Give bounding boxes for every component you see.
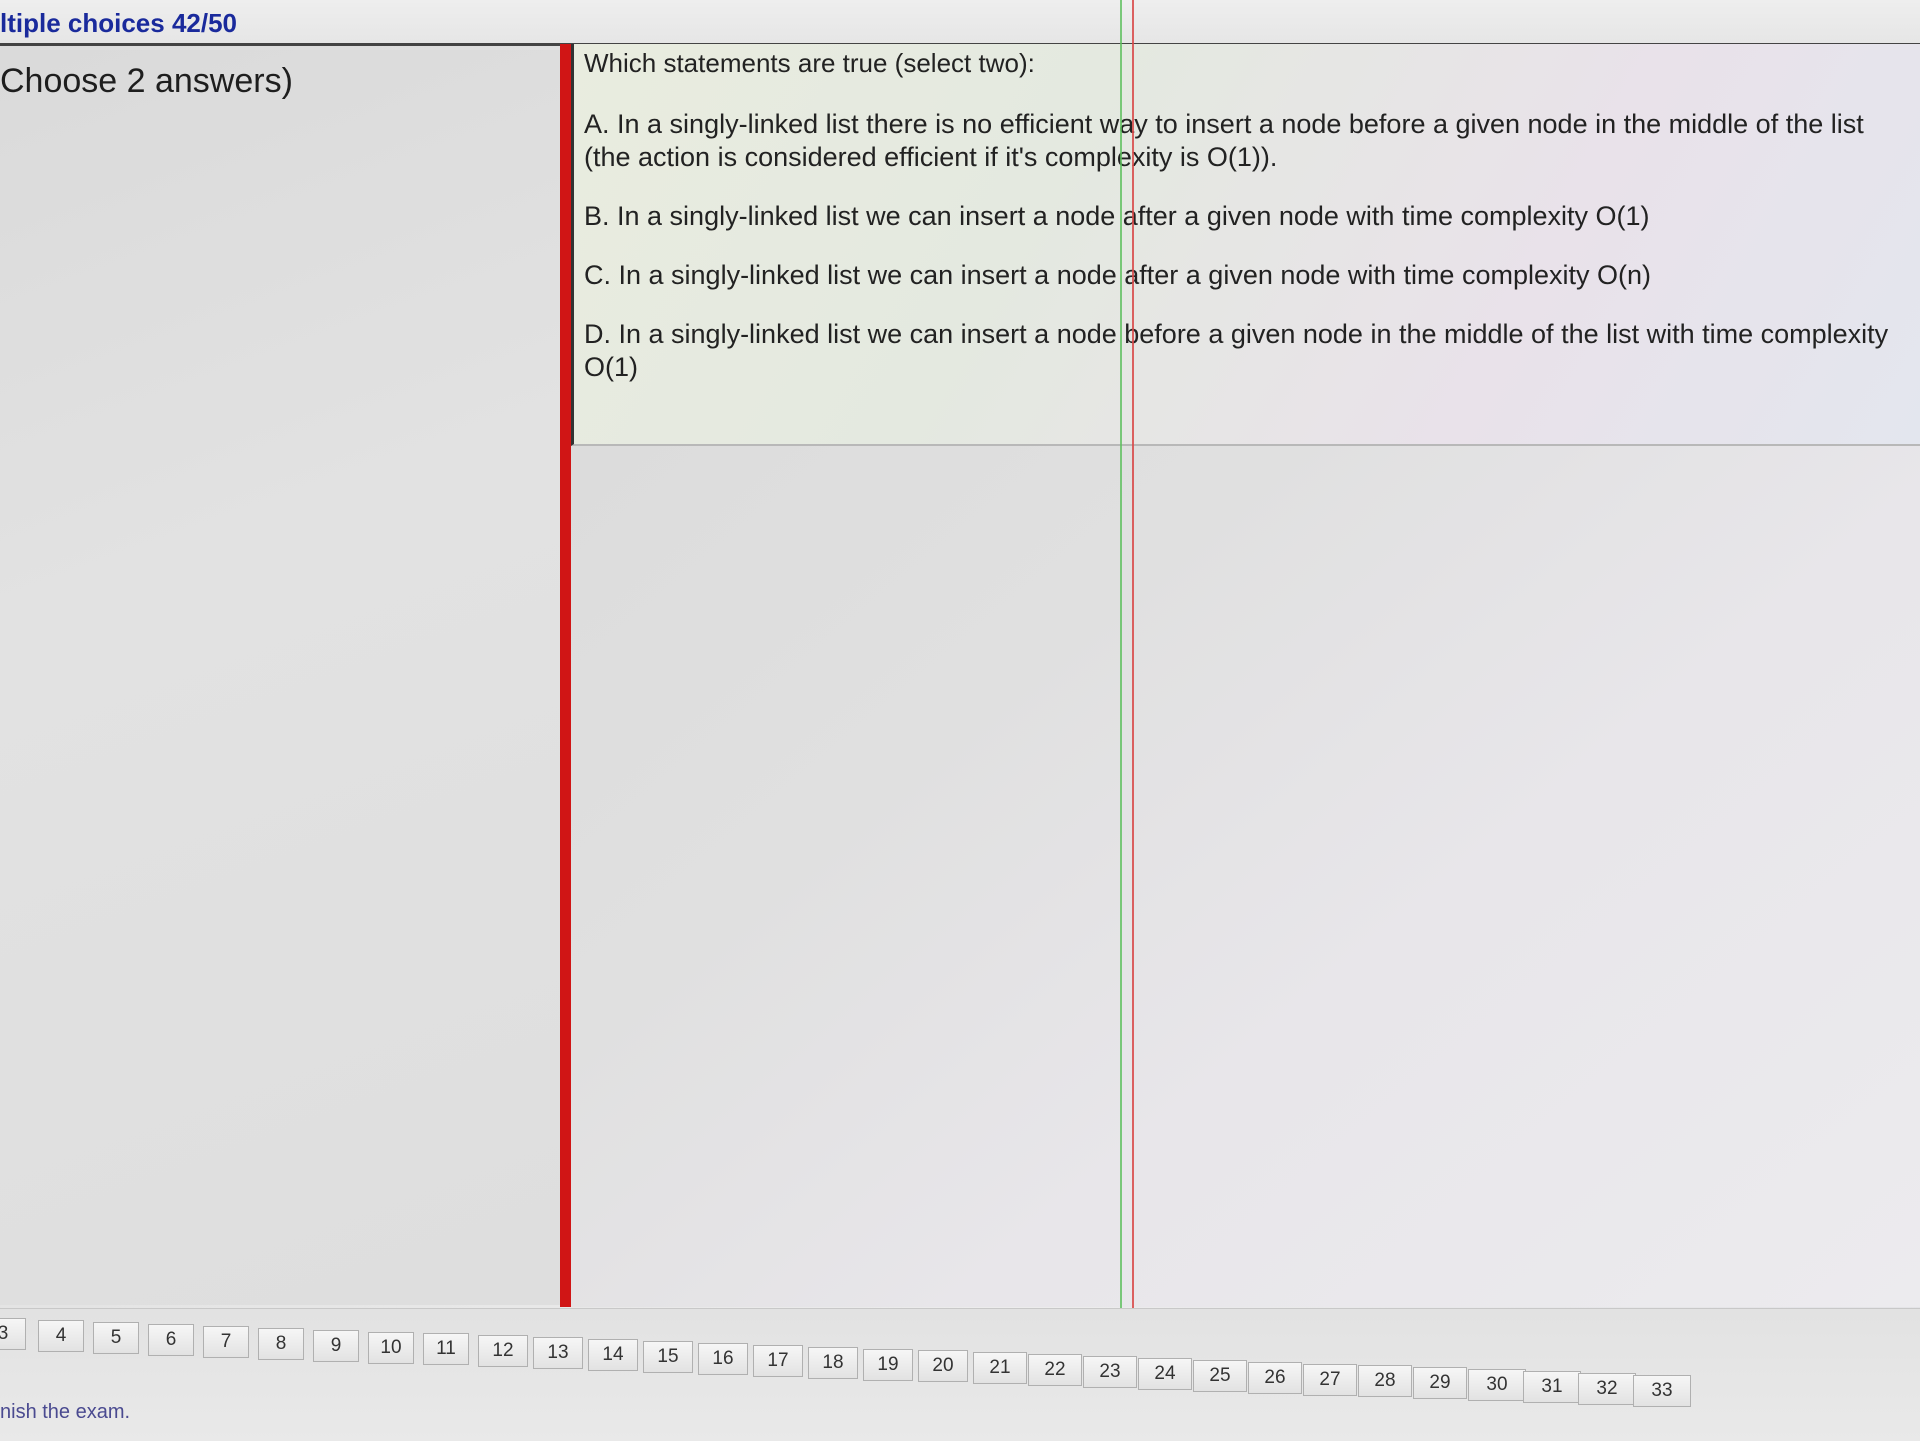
option-d-line2: O(1): [584, 352, 638, 382]
question-number-button[interactable]: 15: [643, 1341, 693, 1373]
answer-instruction: Choose 2 answers): [0, 62, 293, 100]
option-c-line1: C. In a singly-linked list we can insert…: [584, 260, 1651, 290]
question-text: Which statements are true (select two):: [584, 48, 1035, 78]
question-number-button[interactable]: 23: [1083, 1356, 1137, 1388]
question-number-button[interactable]: 7: [203, 1326, 249, 1358]
option-c[interactable]: C. In a singly-linked list we can insert…: [584, 259, 1914, 292]
question-number-button[interactable]: 33: [1633, 1375, 1691, 1407]
question-navigator: 3 4 5 6 7 8 9 10 11 12 13 14 15 16 17 18 19 20 21 22 23 24 25 2…: [0, 1308, 1920, 1441]
option-b[interactable]: B. In a singly-linked list we can insert…: [584, 200, 1914, 233]
question-number-button[interactable]: 19: [863, 1349, 913, 1381]
question-panel: Which statements are true (select two): …: [571, 44, 1920, 446]
exam-header: ltiple choices 42/50: [0, 0, 1920, 46]
question-number-button[interactable]: 12: [478, 1335, 528, 1367]
option-d-line1: D. In a singly-linked list we can insert…: [584, 319, 1889, 349]
question-number-button[interactable]: 28: [1358, 1365, 1412, 1397]
panel-divider: [560, 44, 571, 1307]
question-number-button[interactable]: 24: [1138, 1358, 1192, 1390]
answer-area: [571, 446, 1920, 1307]
question-number-button[interactable]: 11: [423, 1333, 469, 1365]
question-number-button[interactable]: 22: [1028, 1354, 1082, 1386]
question-number-button[interactable]: 21: [973, 1352, 1027, 1384]
answer-options: A. In a singly-linked list there is no e…: [584, 108, 1914, 410]
question-number-button[interactable]: 20: [918, 1350, 968, 1382]
option-d[interactable]: D. In a singly-linked list we can insert…: [584, 318, 1914, 384]
option-b-line1: B. In a singly-linked list we can insert…: [584, 201, 1650, 231]
cursor-guide-red: [1132, 0, 1134, 1440]
question-number-button[interactable]: 27: [1303, 1364, 1357, 1396]
question-number-button[interactable]: 31: [1523, 1371, 1581, 1403]
question-number-button[interactable]: 26: [1248, 1362, 1302, 1394]
question-number-button[interactable]: 10: [368, 1332, 414, 1364]
question-number-button[interactable]: 4: [38, 1320, 84, 1352]
finish-exam-link[interactable]: nish the exam.: [0, 1401, 130, 1424]
question-number-button[interactable]: 9: [313, 1330, 359, 1362]
question-number-button[interactable]: 3: [0, 1318, 26, 1350]
question-number-button[interactable]: 13: [533, 1337, 583, 1369]
question-number-button[interactable]: 30: [1468, 1369, 1526, 1401]
question-number-button[interactable]: 29: [1413, 1367, 1467, 1399]
question-number-button[interactable]: 25: [1193, 1360, 1247, 1392]
option-a[interactable]: A. In a singly-linked list there is no e…: [584, 108, 1914, 174]
cursor-guide-green: [1120, 0, 1122, 1440]
question-number-button[interactable]: 18: [808, 1347, 858, 1379]
question-number-button[interactable]: 14: [588, 1339, 638, 1371]
instruction-panel: Choose 2 answers): [0, 50, 560, 1305]
question-number-button[interactable]: 17: [753, 1345, 803, 1377]
question-number-button[interactable]: 6: [148, 1324, 194, 1356]
option-a-line2: (the action is considered efficient if i…: [584, 142, 1278, 172]
option-a-line1: A. In a singly-linked list there is no e…: [584, 109, 1864, 139]
question-number-button[interactable]: 8: [258, 1328, 304, 1360]
question-number-button[interactable]: 32: [1578, 1373, 1636, 1405]
section-title: ltiple choices 42/50: [0, 8, 238, 38]
question-number-button[interactable]: 5: [93, 1322, 139, 1354]
question-number-button[interactable]: 16: [698, 1343, 748, 1375]
